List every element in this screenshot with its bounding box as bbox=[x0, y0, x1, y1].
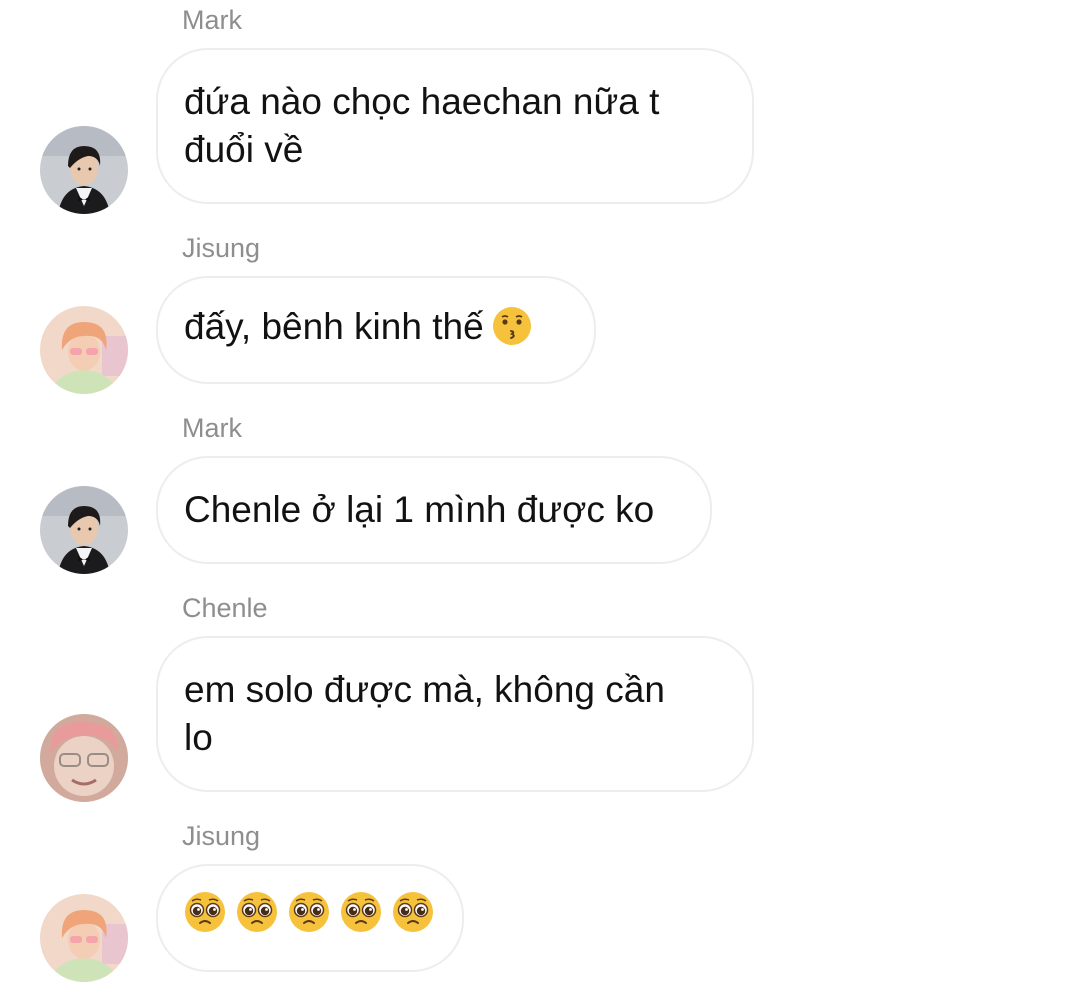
sender-name: Chenle bbox=[182, 593, 268, 623]
message-text-line: đuổi về bbox=[184, 129, 304, 170]
message-bubble[interactable]: Chenle ở lại 1 mình được ko bbox=[156, 456, 712, 564]
message-text-line: đứa nào chọc haechan nữa t bbox=[184, 81, 660, 122]
sender-name: Jisung bbox=[182, 233, 261, 263]
avatar-mark[interactable] bbox=[40, 126, 128, 214]
message-bubble[interactable]: đấy, bênh kinh thế bbox=[156, 276, 596, 384]
sender-name: Jisung bbox=[182, 821, 261, 851]
message-text-line: lo bbox=[184, 717, 213, 758]
avatar-chenle[interactable] bbox=[40, 714, 128, 802]
pleading-face-emoji-icon bbox=[288, 891, 330, 945]
emoji-row bbox=[184, 891, 436, 945]
kissing-face-emoji-icon bbox=[492, 306, 532, 358]
pleading-face-emoji-icon bbox=[392, 891, 434, 945]
avatar-jisung[interactable] bbox=[40, 306, 128, 394]
message-text-line: đấy, bênh kinh thế bbox=[184, 303, 568, 358]
avatar-jisung[interactable] bbox=[40, 894, 128, 982]
message-bubble[interactable] bbox=[156, 864, 464, 972]
pleading-face-emoji-icon bbox=[236, 891, 278, 945]
pleading-face-emoji-icon bbox=[340, 891, 382, 945]
sender-name: Mark bbox=[182, 413, 242, 443]
message-text-line: Chenle ở lại 1 mình được ko bbox=[184, 489, 655, 530]
message-bubble[interactable]: em solo được mà, không cần lo bbox=[156, 636, 754, 792]
message-bubble[interactable]: đứa nào chọc haechan nữa t đuổi về bbox=[156, 48, 754, 204]
avatar-mark[interactable] bbox=[40, 486, 128, 574]
pleading-face-emoji-icon bbox=[184, 891, 226, 945]
message-text-line: em solo được mà, không cần bbox=[184, 669, 665, 710]
message-text: đấy, bênh kinh thế bbox=[184, 305, 484, 347]
sender-name: Mark bbox=[182, 5, 242, 35]
